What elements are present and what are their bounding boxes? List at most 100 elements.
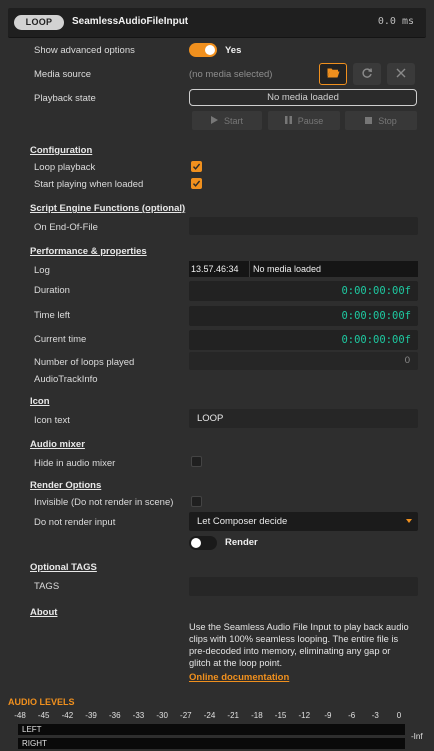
scale-tick: -30 <box>156 711 168 720</box>
stop-icon <box>365 116 373 126</box>
log-message: No media loaded <box>253 264 322 274</box>
time-left-label: Time left <box>34 310 71 321</box>
playback-status: No media loaded <box>189 89 417 106</box>
on-end-of-file-label: On End-Of-File <box>34 222 98 233</box>
check-icon <box>192 163 201 170</box>
stop-button[interactable]: Stop <box>345 111 417 130</box>
section-performance: Performance & properties <box>30 246 147 257</box>
about-line: glitch at the loop point. <box>189 658 283 668</box>
section-configuration: Configuration <box>30 145 93 156</box>
loops-played-value: 0 <box>189 352 418 370</box>
advanced-options-label: Show advanced options <box>34 45 135 56</box>
render-toggle-label: Render <box>225 537 258 548</box>
scale-tick: 0 <box>396 711 402 720</box>
reload-button[interactable] <box>353 63 381 85</box>
hide-in-mixer-label: Hide in audio mixer <box>34 458 116 469</box>
playback-state-label: Playback state <box>34 93 96 104</box>
autoplay-checkbox[interactable] <box>191 178 202 189</box>
tags-input[interactable] <box>189 577 418 596</box>
node-title: SeamlessAudioFileInput <box>72 16 189 27</box>
render-time: 0.0 ms <box>377 16 414 27</box>
left-channel-label: LEFT <box>22 725 42 734</box>
scale-tick: -48 <box>14 711 26 720</box>
scale-tick: -45 <box>37 711 50 720</box>
icon-text-label: Icon text <box>34 415 70 426</box>
pause-icon <box>284 115 292 126</box>
icon-text-input[interactable]: LOOP <box>189 409 418 428</box>
hide-in-mixer-checkbox[interactable] <box>191 456 202 467</box>
on-end-of-file-input[interactable] <box>189 217 418 235</box>
media-source-value: (no media selected) <box>189 69 273 80</box>
start-button[interactable]: Start <box>192 111 262 130</box>
current-time-label: Current time <box>34 334 87 345</box>
scale-tick: -9 <box>324 711 332 720</box>
section-optional-tags: Optional TAGS <box>30 562 97 573</box>
right-channel-meter: RIGHT <box>18 738 405 749</box>
open-file-button[interactable] <box>319 63 347 85</box>
advanced-options-state: Yes <box>225 45 242 56</box>
peak-level-readout: -Inf <box>411 732 423 741</box>
node-header: LOOP SeamlessAudioFileInput 0.0 ms <box>8 8 426 38</box>
scale-tick: -18 <box>251 711 263 720</box>
loop-playback-label: Loop playback <box>34 162 96 173</box>
about-line: clips with 100% seamless looping. The en… <box>189 634 399 644</box>
scale-tick: -39 <box>85 711 97 720</box>
stop-label: Stop <box>378 115 397 126</box>
left-channel-meter: LEFT <box>18 724 405 735</box>
close-icon <box>396 68 406 81</box>
scale-tick: -36 <box>108 711 121 720</box>
scale-tick: -3 <box>371 711 379 720</box>
right-channel-label: RIGHT <box>22 739 47 748</box>
tag-badge[interactable]: LOOP <box>14 15 64 30</box>
audio-levels-title: AUDIO LEVELS <box>8 697 75 707</box>
tags-label: TAGS <box>34 581 60 592</box>
online-documentation-link[interactable]: Online documentation <box>189 672 289 683</box>
chevron-down-icon <box>406 519 412 523</box>
about-line: Use the Seamless Audio File Input to pla… <box>189 622 409 632</box>
time-left-value: 0:00:00:00f <box>189 306 418 326</box>
clear-media-button[interactable] <box>387 63 415 85</box>
section-icon: Icon <box>30 396 50 407</box>
section-audio-mixer: Audio mixer <box>30 439 85 450</box>
audio-track-info-label: AudioTrackInfo <box>34 374 98 385</box>
render-toggle[interactable] <box>189 536 217 550</box>
advanced-options-toggle[interactable] <box>189 43 217 57</box>
pause-button[interactable]: Pause <box>268 111 340 130</box>
toggle-knob <box>191 538 201 548</box>
log-entry: 13.57.46:34 No media loaded <box>189 261 418 277</box>
log-divider <box>249 261 250 277</box>
render-mode-value: Let Composer decide <box>197 516 288 527</box>
current-time-value: 0:00:00:00f <box>189 330 418 350</box>
scale-tick: -27 <box>180 711 192 720</box>
section-about: About <box>30 607 58 618</box>
about-line: pre-decoded into memory, eliminating any… <box>189 646 391 656</box>
scale-tick: -15 <box>274 711 287 720</box>
loops-played-label: Number of loops played <box>34 357 135 368</box>
scale-tick: -33 <box>132 711 145 720</box>
render-mode-select[interactable]: Let Composer decide <box>189 512 418 531</box>
media-source-label: Media source <box>34 69 92 80</box>
toggle-knob <box>205 45 215 55</box>
scale-tick: -12 <box>298 711 311 720</box>
scale-tick: -24 <box>203 711 216 720</box>
duration-label: Duration <box>34 285 70 296</box>
invisible-label: Invisible (Do not render in scene) <box>34 497 174 508</box>
invisible-checkbox[interactable] <box>191 496 202 507</box>
play-icon <box>210 115 218 126</box>
reload-icon <box>361 67 373 82</box>
section-script-engine: Script Engine Functions (optional) <box>30 203 186 214</box>
pause-label: Pause <box>297 115 324 126</box>
scale-tick: -21 <box>227 711 239 720</box>
section-render-options: Render Options <box>30 480 102 491</box>
folder-open-icon <box>327 67 340 81</box>
start-label: Start <box>223 115 243 126</box>
loop-playback-checkbox[interactable] <box>191 161 202 172</box>
autoplay-label: Start playing when loaded <box>34 179 144 190</box>
about-description: Use the Seamless Audio File Input to pla… <box>189 621 421 669</box>
log-timestamp: 13.57.46:34 <box>191 264 239 274</box>
scale-tick: -6 <box>348 711 356 720</box>
scale-tick: -42 <box>61 711 74 720</box>
do-not-render-label: Do not render input <box>34 517 116 528</box>
check-icon <box>192 180 201 187</box>
duration-value: 0:00:00:00f <box>189 281 418 301</box>
